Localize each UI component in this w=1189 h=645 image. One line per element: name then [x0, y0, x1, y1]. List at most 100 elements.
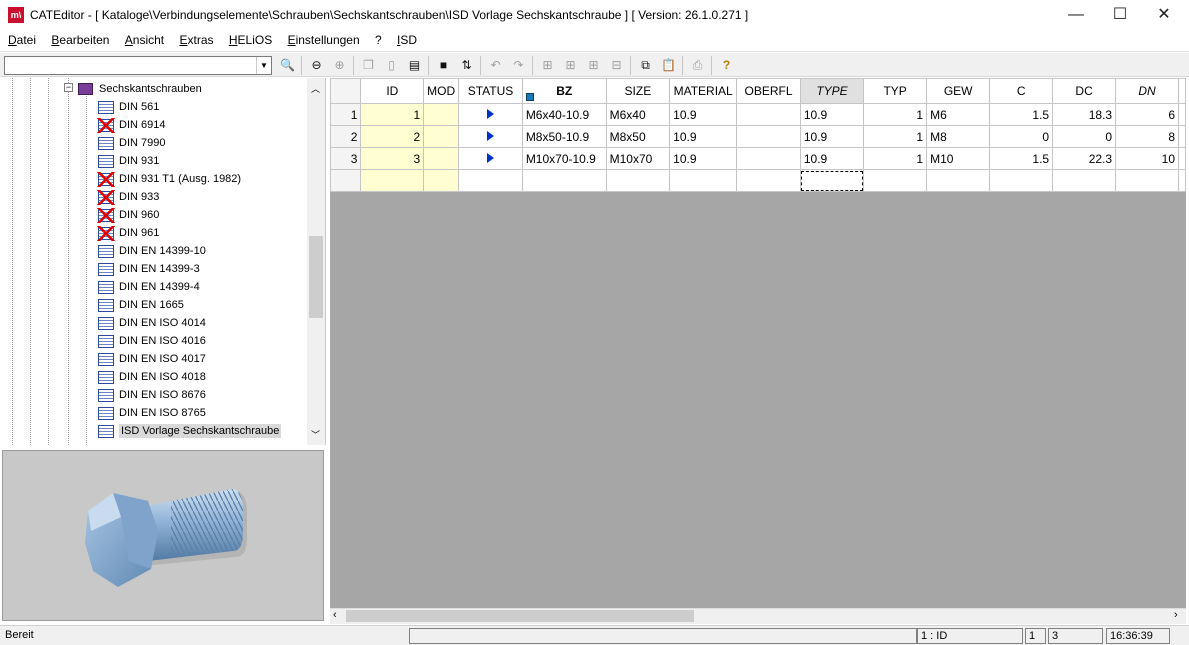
tree-item[interactable]: DIN EN ISO 8676	[98, 386, 206, 404]
cell-size[interactable]: M8x50	[605, 125, 671, 148]
cell-mod[interactable]	[423, 169, 460, 192]
maximize-button[interactable]: ☐	[1097, 0, 1143, 30]
cell-size[interactable]: M10x70	[605, 147, 671, 170]
cell-dn[interactable]	[1115, 169, 1179, 192]
cell-dn[interactable]: 8	[1115, 125, 1179, 148]
column-header-status[interactable]: STATUS	[458, 78, 523, 104]
delete-col-icon[interactable]: ⊟	[607, 56, 626, 75]
cell-gew[interactable]: M10	[926, 147, 991, 170]
corner-cell[interactable]	[330, 78, 362, 104]
row-header[interactable]: 1	[330, 103, 362, 126]
catalog-tree[interactable]: − Sechskantschrauben DIN 561 DIN 6914 DIN …	[0, 78, 326, 445]
row-header[interactable]: 3	[330, 147, 362, 170]
add-row-icon[interactable]: ⊞	[538, 56, 557, 75]
cell-type[interactable]: 10.9	[799, 103, 865, 126]
new-doc-icon[interactable]: ▯	[382, 56, 401, 75]
cell-material[interactable]: 10.9	[669, 103, 738, 126]
tree-item[interactable]: DIN 960	[97, 206, 159, 224]
cell-gew[interactable]: M8	[926, 125, 991, 148]
tree-item[interactable]: DIN EN ISO 4014	[98, 314, 206, 332]
new-table-icon[interactable]: ▤	[405, 56, 424, 75]
chevron-left-icon[interactable]: ‹	[333, 609, 337, 621]
tree-item[interactable]: ISD Vorlage Sechskantschraube	[98, 422, 282, 440]
menu-bearbeiten[interactable]: Bearbeiten	[45, 30, 115, 51]
cell-dc[interactable]	[1052, 169, 1117, 192]
tree-item[interactable]: DIN 6914	[97, 116, 165, 134]
copy-doc-icon[interactable]: ❐	[359, 56, 378, 75]
column-header-c[interactable]: C	[989, 78, 1054, 104]
cell-status[interactable]	[458, 125, 523, 148]
cell-mod[interactable]	[423, 125, 460, 148]
column-header-oberfl[interactable]: OBERFL	[736, 78, 801, 104]
tree-item[interactable]: DIN 933	[97, 188, 159, 206]
cell-dc[interactable]: 0	[1052, 125, 1117, 148]
cell-id[interactable]: 2	[360, 125, 425, 148]
cell-oberfl[interactable]	[736, 125, 801, 148]
cell-bz[interactable]: M10x70-10.9	[521, 147, 607, 170]
cell-dn[interactable]: 10	[1115, 147, 1179, 170]
menu-ansicht[interactable]: Ansicht	[119, 30, 170, 51]
insert-row-icon[interactable]: ⊞	[561, 56, 580, 75]
cell-c[interactable]: 1.5	[989, 103, 1054, 126]
cell-status[interactable]	[458, 169, 523, 192]
cell-mod[interactable]	[423, 147, 460, 170]
cell-gew[interactable]	[926, 169, 991, 192]
new-row[interactable]	[330, 169, 1186, 192]
column-header-gew[interactable]: GEW	[926, 78, 991, 104]
cell-dn[interactable]: 6	[1115, 103, 1179, 126]
row-header[interactable]: 2	[330, 125, 362, 148]
tree-node-sechskantschrauben[interactable]: Sechskantschrauben	[78, 80, 202, 98]
cell-id[interactable]: 3	[360, 147, 425, 170]
tree-item[interactable]: DIN EN 1665	[98, 296, 184, 314]
cell-gew[interactable]: M6	[926, 103, 991, 126]
save-icon[interactable]: ■	[434, 56, 453, 75]
minimize-button[interactable]: —	[1053, 0, 1099, 30]
search-combobox[interactable]: ▼	[4, 56, 272, 75]
cell-id[interactable]: 1	[360, 103, 425, 126]
cell-c[interactable]	[989, 169, 1054, 192]
cell-type[interactable]: 10.9	[799, 125, 865, 148]
menu-help[interactable]: ?	[369, 30, 388, 51]
column-header-dn[interactable]: DN	[1115, 78, 1179, 104]
cell-status[interactable]	[458, 103, 523, 126]
chevron-down-icon[interactable]: ﹀	[311, 428, 320, 441]
tree-item[interactable]: DIN 961	[97, 224, 159, 242]
tree-item[interactable]: DIN 561	[98, 98, 159, 116]
tree-item[interactable]: DIN 7990	[98, 134, 165, 152]
cell-typ[interactable]	[863, 169, 928, 192]
paste-icon[interactable]: 📋	[659, 56, 678, 75]
menu-isd[interactable]: ISD	[391, 30, 423, 51]
cell-oberfl[interactable]	[736, 147, 801, 170]
tree-item[interactable]: DIN EN 14399-3	[98, 260, 200, 278]
menu-extras[interactable]: Extras	[174, 30, 220, 51]
collapse-icon[interactable]: −	[64, 83, 73, 92]
column-header-mod[interactable]: MOD	[423, 78, 460, 104]
column-header-typ[interactable]: TYP	[863, 78, 928, 104]
menu-helios[interactable]: HELiOS	[223, 30, 278, 51]
cell-mod[interactable]	[423, 103, 460, 126]
chevron-up-icon[interactable]: ︿	[311, 82, 320, 95]
help-icon[interactable]: ?	[717, 56, 736, 75]
copy-icon[interactable]: ⧉	[636, 56, 655, 75]
cell-type[interactable]: 10.9	[799, 147, 865, 170]
cell-material[interactable]	[669, 169, 738, 192]
menu-einstellungen[interactable]: Einstellungen	[282, 30, 366, 51]
tree-item[interactable]: DIN 931	[98, 152, 159, 170]
close-button[interactable]: ✕	[1141, 0, 1187, 30]
column-header-bz[interactable]: BZ	[521, 78, 607, 104]
table-row[interactable]: 1 1 M6x40-10.9 M6x40 10.9 10.9 1 M6 1.5 18.3 6	[330, 103, 1186, 126]
tree-item[interactable]: DIN EN ISO 4017	[98, 350, 206, 368]
cell-material[interactable]: 10.9	[669, 147, 738, 170]
chevron-down-icon[interactable]: ▼	[256, 57, 271, 74]
cell-material[interactable]: 10.9	[669, 125, 738, 148]
tree-item[interactable]: DIN EN ISO 8765	[98, 404, 206, 422]
cell-c[interactable]: 0	[989, 125, 1054, 148]
cell-oberfl[interactable]	[736, 169, 801, 192]
table-row[interactable]: 3 3 M10x70-10.9 M10x70 10.9 10.9 1 M10 1.5 22.3 10	[330, 147, 1186, 170]
column-header-dc[interactable]: DC	[1052, 78, 1117, 104]
column-header-material[interactable]: MATERIAL	[669, 78, 738, 104]
sort-icon[interactable]: ⇅	[457, 56, 476, 75]
cell-size[interactable]: M6x40	[605, 103, 671, 126]
cell-c[interactable]: 1.5	[989, 147, 1054, 170]
tree-item[interactable]: DIN EN ISO 4016	[98, 332, 206, 350]
